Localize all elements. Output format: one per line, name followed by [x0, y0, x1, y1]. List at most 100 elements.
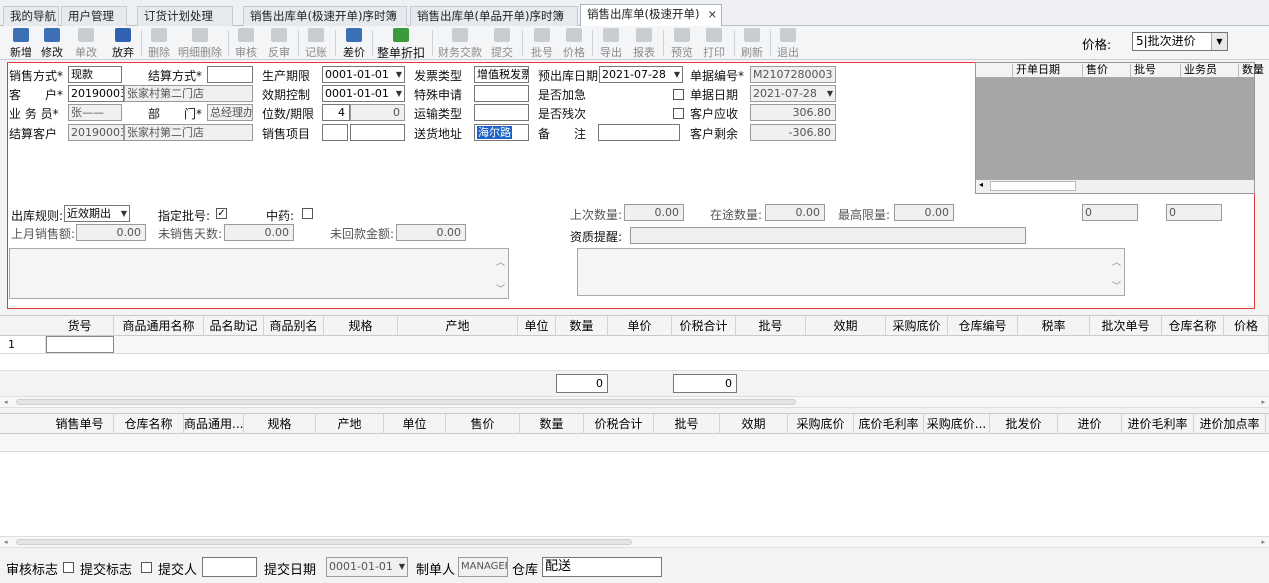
col-header[interactable]: 批次单号	[1090, 316, 1162, 336]
table-row[interactable]	[0, 434, 1269, 452]
salesman-input[interactable]: 张——	[68, 104, 122, 121]
col-header[interactable]: 进价毛利率	[1122, 414, 1194, 434]
sale-mode-input[interactable]: 现款	[68, 66, 122, 83]
special-req-input[interactable]	[474, 85, 529, 102]
urgent-checkbox[interactable]	[673, 89, 684, 100]
col-header[interactable]: 商品通用...	[184, 414, 244, 434]
table-row[interactable]: 1	[0, 336, 1269, 354]
col-header[interactable]: 仓库名称	[1162, 316, 1224, 336]
row-cells[interactable]	[114, 336, 1269, 353]
scroll-down-icon[interactable]: ﹀	[496, 282, 505, 295]
tab-fast-sales-journal[interactable]: 销售出库单(极速开单)序时簿	[243, 6, 407, 26]
col-header[interactable]: 商品通用名称	[114, 316, 204, 336]
scroll-down-icon[interactable]: ﹀	[1112, 279, 1121, 292]
item-code-cell[interactable]	[46, 336, 114, 353]
preview-button[interactable]: 预览	[668, 27, 696, 59]
batch-button[interactable]: 批号	[528, 27, 556, 59]
col-header[interactable]: 批号	[654, 414, 720, 434]
out-rule-select[interactable]: 近效期出 ▼	[64, 205, 130, 222]
col-header[interactable]: 产地	[398, 316, 518, 336]
digits-input[interactable]: 4	[322, 104, 350, 121]
delete-button[interactable]: 删除	[145, 27, 173, 59]
tcm-checkbox[interactable]	[302, 208, 313, 219]
col-header[interactable]: 售价	[446, 414, 520, 434]
col-header[interactable]: 批号	[736, 316, 806, 336]
col-header[interactable]: 产地	[316, 414, 384, 434]
report-button[interactable]: 报表	[630, 27, 658, 59]
col-header[interactable]: 规格	[324, 316, 398, 336]
col-header[interactable]: 底价毛利率	[854, 414, 924, 434]
export-button[interactable]: 导出	[597, 27, 625, 59]
col-header[interactable]: 仓库名称	[114, 414, 184, 434]
scroll-left-icon[interactable]: ◂	[4, 397, 8, 407]
expected-date-picker[interactable]: 2021-07-28 ▼	[599, 66, 683, 83]
address-input[interactable]: 海尔路	[474, 124, 529, 141]
audit-flag-checkbox[interactable]	[63, 562, 74, 573]
unaudit-button[interactable]: 反审	[265, 27, 293, 59]
col-header[interactable]: 单位	[518, 316, 556, 336]
refresh-button[interactable]: 刷新	[738, 27, 766, 59]
col-header[interactable]: 价税合计	[672, 316, 736, 336]
scroll-thumb[interactable]	[16, 539, 632, 545]
delete-detail-button[interactable]: 明细删除	[176, 27, 224, 59]
col-header[interactable]: 单价	[608, 316, 672, 336]
sales-item-name-input[interactable]	[350, 124, 405, 141]
detail-grid-hscroll[interactable]: ◂ ▸	[0, 396, 1269, 408]
sales-item-code-input[interactable]	[322, 124, 348, 141]
col-header[interactable]: 批发价	[990, 414, 1058, 434]
col-header[interactable]: 采购底价	[886, 316, 948, 336]
remark-input[interactable]	[598, 124, 680, 141]
scroll-left-icon[interactable]: ◂	[4, 537, 8, 547]
right-memo-box[interactable]: ︿ ﹀	[577, 248, 1125, 296]
col-header[interactable]: 效期	[806, 316, 886, 336]
col-header[interactable]: 采购底价	[788, 414, 854, 434]
submitter-field[interactable]	[202, 557, 257, 577]
transport-input[interactable]	[474, 104, 529, 121]
discount-button[interactable]: 整单折扣	[376, 27, 426, 60]
scroll-thumb[interactable]	[990, 181, 1076, 191]
price-diff-button[interactable]: 差价	[340, 27, 368, 59]
submit-button[interactable]: 提交	[488, 27, 516, 59]
tab-user-management[interactable]: 用户管理	[61, 6, 127, 26]
single-edit-button[interactable]: 单改	[72, 27, 100, 59]
discard-button[interactable]: 放弃	[109, 27, 137, 59]
residual-checkbox[interactable]	[673, 108, 684, 119]
print-button[interactable]: 打印	[700, 27, 728, 59]
invoice-type-input[interactable]: 增值税发票	[474, 66, 529, 83]
warehouse-field[interactable]: 配送	[542, 557, 662, 577]
prod-period-date[interactable]: 0001-01-01 ▼	[322, 66, 405, 83]
price-type-select[interactable]: 5|批次进价 ▼	[1132, 32, 1228, 51]
col-header[interactable]: 仓库编号	[948, 316, 1018, 336]
scroll-up-icon[interactable]: ︿	[496, 255, 505, 268]
col-header[interactable]: 价格	[1224, 316, 1269, 336]
customer-code-input[interactable]: 20190003	[68, 85, 124, 102]
mini-grid-scrollbar[interactable]: ◂	[976, 179, 1254, 193]
tab-single-sales-journal[interactable]: 销售出库单(单品开单)序时簿	[410, 6, 578, 26]
audit-button[interactable]: 审核	[232, 27, 260, 59]
edit-button[interactable]: 修改	[38, 27, 66, 59]
col-header[interactable]: 进价	[1058, 414, 1122, 434]
col-header[interactable]: 品名助记	[204, 316, 264, 336]
close-icon[interactable]: ×	[707, 7, 717, 21]
tab-my-nav[interactable]: 我的导航	[3, 6, 59, 26]
new-button[interactable]: 新增	[8, 27, 34, 59]
col-header[interactable]: 数量	[556, 316, 608, 336]
col-header[interactable]: 价税合计	[584, 414, 654, 434]
scroll-up-icon[interactable]: ︿	[1112, 255, 1121, 268]
scroll-left-icon[interactable]: ◂	[979, 180, 983, 189]
tab-order-plan[interactable]: 订货计划处理	[137, 6, 233, 26]
price-button[interactable]: 价格	[560, 27, 588, 59]
assign-batch-checkbox[interactable]: ✓	[216, 208, 227, 219]
col-header[interactable]: 数量	[520, 414, 584, 434]
col-header[interactable]: 商品别名	[264, 316, 324, 336]
exit-button[interactable]: 退出	[774, 27, 802, 59]
col-header[interactable]: 货号	[46, 316, 114, 336]
col-header[interactable]: 进价加点率	[1194, 414, 1266, 434]
submit-flag-checkbox[interactable]	[141, 562, 152, 573]
col-header[interactable]: 效期	[720, 414, 788, 434]
left-memo-box[interactable]: ︿ ﹀	[9, 248, 509, 299]
settle-mode-input[interactable]	[207, 66, 253, 83]
col-header[interactable]: 单位	[384, 414, 446, 434]
col-header[interactable]: 采购底价...	[924, 414, 990, 434]
history-grid-hscroll[interactable]: ◂ ▸	[0, 536, 1269, 548]
